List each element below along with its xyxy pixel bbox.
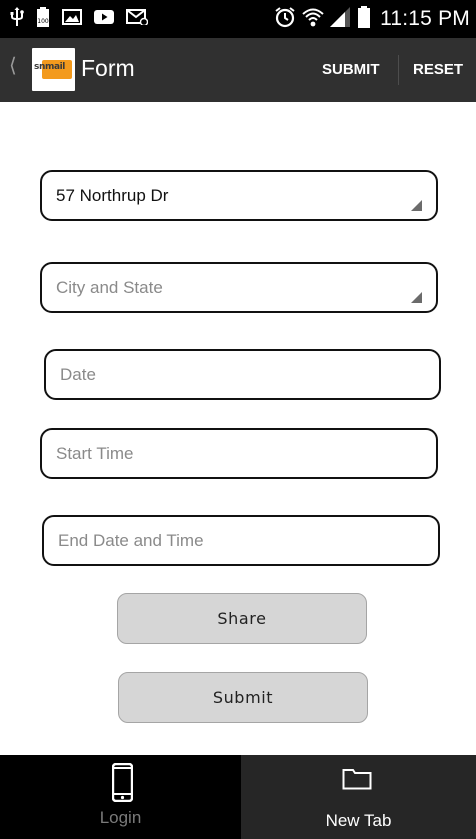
notification-icons: 100 — [10, 6, 160, 32]
wifi-icon — [302, 6, 324, 33]
image-icon — [62, 8, 82, 30]
youtube-icon — [94, 9, 114, 30]
app-logo-text: snmail — [34, 62, 65, 72]
date-field[interactable]: Date — [44, 349, 441, 400]
start-time-placeholder: Start Time — [56, 444, 134, 463]
bottom-tab-bar: Login New Tab — [0, 755, 476, 839]
address-field[interactable]: 57 Northrup Dr — [40, 170, 438, 221]
email-icon — [126, 8, 149, 30]
dropdown-corner-icon — [411, 292, 422, 303]
page-title: Form — [81, 55, 135, 81]
submit-button[interactable]: Submit — [118, 672, 368, 723]
action-divider — [398, 55, 399, 85]
tab-login-label: Login — [99, 808, 142, 827]
alarm-icon — [274, 6, 296, 33]
status-clock: 11:15 PM — [380, 7, 470, 30]
share-button[interactable]: Share — [117, 593, 367, 644]
app-logo[interactable]: snmail — [32, 48, 75, 91]
battery-icon — [358, 5, 371, 33]
action-submit-button[interactable]: SUBMIT — [322, 61, 380, 78]
end-datetime-field[interactable]: End Date and Time — [42, 515, 440, 566]
status-bar: 100 11:15 PM — [0, 0, 476, 38]
city-state-placeholder: City and State — [56, 278, 163, 297]
end-datetime-placeholder: End Date and Time — [58, 531, 204, 550]
usb-icon — [10, 6, 24, 32]
back-chevron-icon[interactable]: ⟨ — [9, 56, 17, 76]
start-time-field[interactable]: Start Time — [40, 428, 438, 479]
signal-icon — [330, 6, 352, 32]
battery-badge: 100 — [37, 18, 49, 25]
date-placeholder: Date — [60, 365, 96, 384]
battery-full-icon: 100 — [36, 6, 50, 32]
dropdown-corner-icon — [411, 200, 422, 211]
tab-new-tab-label: New Tab — [325, 811, 392, 830]
phone-icon — [112, 763, 133, 802]
folder-icon — [342, 769, 372, 790]
action-reset-button[interactable]: RESET — [413, 61, 463, 78]
system-icons: 11:15 PM — [274, 5, 470, 33]
tab-new-tab[interactable]: New Tab — [241, 755, 476, 839]
action-bar: ⟨ snmail Form SUBMIT RESET — [0, 38, 476, 102]
city-state-field[interactable]: City and State — [40, 262, 438, 313]
address-value: 57 Northrup Dr — [56, 186, 169, 205]
tab-login[interactable]: Login — [0, 755, 241, 839]
